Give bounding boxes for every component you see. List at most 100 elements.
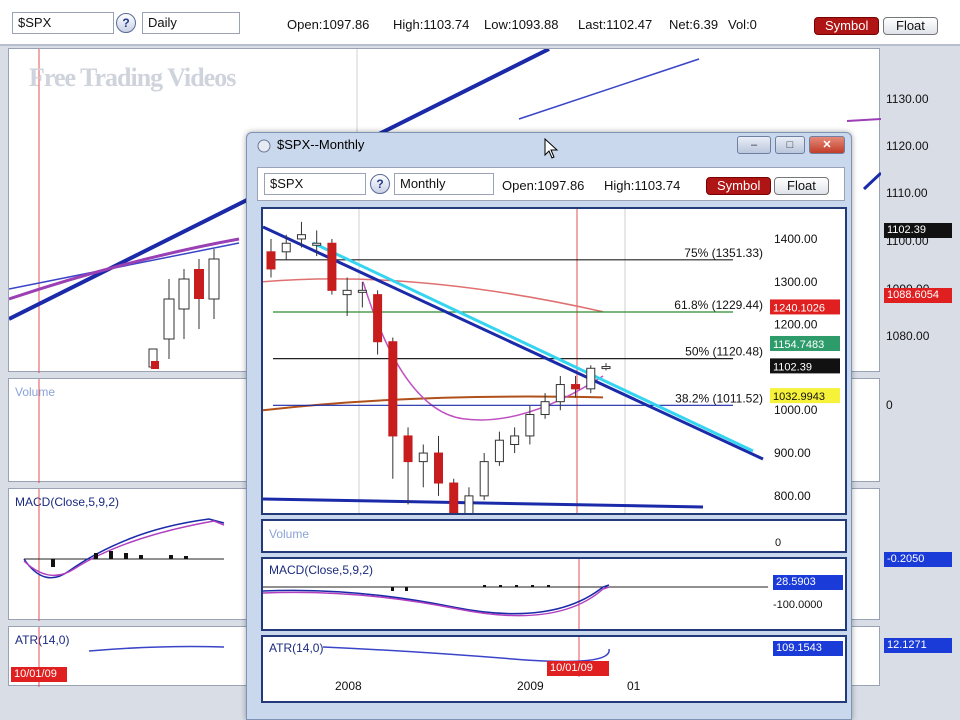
float-button[interactable]: Float: [883, 17, 938, 35]
price-tag: 1032.9943: [773, 391, 825, 403]
moving-average-line: [9, 237, 240, 301]
macd-line: [23, 518, 225, 579]
candle: [434, 452, 443, 484]
window-float-button[interactable]: Float: [774, 177, 829, 195]
downtrend-line: [263, 225, 764, 461]
histogram-bar: [547, 585, 550, 587]
candle: [342, 289, 352, 296]
monthly-volume-pane[interactable]: Volume 0: [261, 519, 847, 553]
maximize-button[interactable]: □: [775, 136, 805, 154]
histogram-bar: [169, 555, 173, 559]
candle: [266, 251, 276, 270]
histogram-bar: [391, 587, 394, 591]
candle: [479, 461, 489, 497]
period-select[interactable]: Daily: [142, 12, 240, 34]
close-button[interactable]: ✕: [809, 136, 845, 154]
candle: [194, 269, 204, 299]
monthly-macd-pane[interactable]: MACD(Close,5,9,2) 28.5903 -100.0000: [261, 557, 847, 631]
atr-line: [322, 646, 610, 663]
candle: [571, 384, 581, 390]
histogram-bar: [184, 556, 188, 559]
minimize-button[interactable]: –: [737, 136, 771, 154]
monthly-chart-window[interactable]: $SPX--Monthly – □ ✕ $SPX ? Monthly Open:…: [246, 132, 852, 720]
help-icon[interactable]: ?: [116, 13, 136, 33]
candle: [281, 242, 291, 253]
window-volume-label: Volume: [269, 527, 310, 541]
candle: [418, 452, 428, 463]
fib-level-label: 75% (1351.33): [684, 246, 763, 260]
y-axis-tick: 800.00: [774, 489, 811, 503]
window-macd-value-tag: 28.5903: [773, 575, 843, 590]
window-symbol-button[interactable]: Symbol: [706, 177, 772, 195]
mouse-cursor-icon: [544, 138, 559, 159]
candle: [403, 435, 413, 463]
fib-level-label: 50% (1120.48): [685, 345, 763, 359]
x-axis-label: 2009: [517, 679, 544, 693]
candle: [373, 294, 383, 343]
main-toolbar: $SPX ? Daily Open:1097.86 High:1103.74 L…: [0, 0, 960, 46]
window-atr-value-tag: 109.1543: [773, 641, 843, 656]
ma-price-tag: 1088.6054: [884, 288, 952, 303]
histogram-bar: [139, 555, 143, 559]
candle: [163, 298, 175, 340]
y-axis-tick: 1000.00: [774, 403, 818, 417]
window-help-icon[interactable]: ?: [370, 174, 390, 194]
atr-value-tag: 12.1271: [884, 638, 952, 653]
candle: [510, 435, 520, 445]
fib-level-label: 38.2% (1011.52): [675, 391, 763, 405]
window-macd-svg: [263, 559, 768, 629]
price-axis-tick: 1080.00: [886, 329, 930, 343]
window-quote-open: Open:1097.86: [502, 178, 585, 193]
price-axis-tick: 1130.00: [886, 92, 929, 106]
histogram-bar: [499, 585, 502, 587]
date-tag: 10/01/09: [11, 667, 67, 682]
y-axis-tick: 1200.00: [774, 318, 818, 332]
candle: [601, 366, 611, 370]
candle: [388, 341, 398, 437]
volume-axis-value: 0: [886, 398, 893, 412]
trend-line: [518, 58, 700, 120]
x-axis-label: 01: [627, 679, 641, 693]
histogram-bar: [94, 553, 98, 559]
window-title: $SPX--Monthly: [277, 137, 365, 152]
candle: [586, 367, 596, 390]
price-tag: 1102.39: [773, 361, 812, 373]
y-axis-tick: 1400.00: [774, 232, 818, 246]
candle: [555, 384, 565, 403]
signal-line: [23, 520, 225, 577]
price-tag: 1154.7483: [773, 339, 824, 351]
histogram-bar: [124, 553, 128, 559]
x-axis-label: 2008: [335, 679, 362, 693]
quote-last: Last:1102.47: [578, 17, 653, 32]
window-volume-value: 0: [775, 537, 782, 549]
price-axis-tick: 1110.00: [886, 186, 928, 200]
symbol-input[interactable]: $SPX: [12, 12, 114, 34]
window-symbol-input[interactable]: $SPX: [264, 173, 366, 195]
window-icon: [257, 139, 271, 153]
quote-net: Net:6.39: [669, 17, 719, 32]
y-axis-tick: 1300.00: [774, 275, 818, 289]
window-period-select[interactable]: Monthly: [394, 173, 494, 195]
macd-line: [263, 584, 610, 615]
monthly-atr-pane[interactable]: ATR(14,0) 109.1543 10/01/09 2008 2009 01: [261, 635, 847, 703]
histogram-bar: [483, 585, 486, 587]
histogram-bar: [531, 585, 534, 587]
y-axis-tick: 900.00: [774, 446, 811, 460]
quote-low: Low:1093.88: [484, 17, 559, 32]
histogram-bar: [109, 551, 113, 559]
window-date-tag: 10/01/09: [547, 661, 609, 676]
candle: [208, 258, 220, 300]
window-quote-high: High:1103.74: [604, 178, 681, 193]
macd-value-tag: -0.2050: [884, 552, 952, 567]
candle: [151, 361, 159, 369]
candle: [312, 242, 322, 246]
quote-open: Open:1097.86: [287, 17, 370, 32]
quote-high: High:1103.74: [393, 17, 470, 32]
price-chart-svg: 75% (1351.33) 61.8% (1229.44) 50% (1120.48…: [263, 209, 840, 513]
candle: [296, 234, 306, 240]
fib-level-label: 61.8% (1229.44): [674, 298, 763, 312]
window-macd-axis-value: -100.0000: [773, 599, 823, 611]
symbol-button[interactable]: Symbol: [814, 17, 880, 35]
monthly-price-pane[interactable]: 75% (1351.33) 61.8% (1229.44) 50% (1120.48…: [261, 207, 847, 515]
candle: [494, 439, 504, 463]
